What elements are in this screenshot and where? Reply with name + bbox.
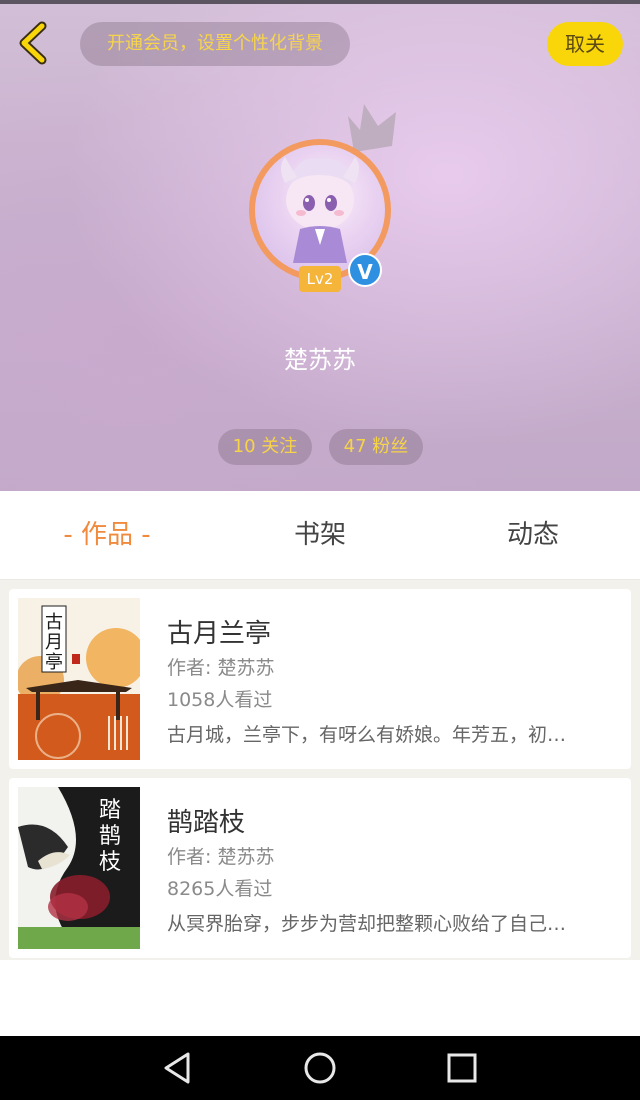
tab-works[interactable]: - 作品 - — [7, 491, 207, 579]
book-views: 8265人看过 — [167, 878, 273, 900]
book-description: 从冥界胎穿，步步为营却把整颗心败给了自己… — [167, 913, 567, 935]
triangle-back-icon[interactable] — [158, 1048, 198, 1088]
empty-space — [0, 960, 640, 1036]
square-recents-icon[interactable] — [442, 1048, 482, 1088]
book-card[interactable]: 古 月 亭 古月兰亭 作者: 楚苏苏 1058人看过 古月城，兰亭下，有呀么有娇… — [9, 589, 631, 769]
profile-tabs: - 作品 - 书架 动态 — [0, 491, 640, 580]
username: 楚苏苏 — [284, 346, 356, 374]
book-title: 古月兰亭 — [167, 619, 272, 649]
book-cover: 古 月 亭 — [18, 598, 140, 760]
system-nav-bar — [0, 1036, 640, 1100]
vip-background-banner[interactable]: 开通会员，设置个性化背景 — [80, 22, 350, 66]
svg-text:鹊: 鹊 — [99, 824, 121, 849]
svg-text:踏: 踏 — [99, 798, 121, 823]
book-views: 1058人看过 — [167, 689, 273, 711]
unfollow-button[interactable]: 取关 — [547, 22, 623, 66]
book-description: 古月城，兰亭下，有呀么有娇娘。年芳五，初… — [167, 724, 567, 746]
level-badge: Lv2 — [299, 266, 341, 292]
svg-text:枝: 枝 — [99, 850, 121, 875]
book-author: 作者: 楚苏苏 — [167, 846, 275, 868]
cover-art-guyuelanting: 古 月 亭 — [18, 598, 140, 760]
book-card[interactable]: 踏 鹊 枝 鹊踏枝 作者: 楚苏苏 8265人看过 从冥界胎穿，步步为营却把整颗… — [9, 778, 631, 958]
tab-bookshelf[interactable]: 书架 — [220, 491, 420, 579]
svg-text:古: 古 — [45, 612, 63, 633]
svg-text:月: 月 — [45, 632, 63, 653]
verified-badge: V — [348, 253, 382, 287]
book-author: 作者: 楚苏苏 — [167, 657, 275, 679]
cover-art-quetazhi: 踏 鹊 枝 — [18, 787, 140, 949]
book-cover: 踏 鹊 枝 — [18, 787, 140, 949]
following-count[interactable]: 10 关注 — [218, 429, 312, 465]
tab-activity[interactable]: 动态 — [433, 491, 633, 579]
book-title: 鹊踏枝 — [167, 808, 246, 838]
svg-text:亭: 亭 — [45, 652, 63, 673]
chevron-left-icon[interactable] — [14, 20, 58, 66]
fans-count[interactable]: 47 粉丝 — [329, 429, 423, 465]
circle-home-icon[interactable] — [300, 1048, 340, 1088]
profile-header: 开通会员，设置个性化背景 取关 Lv2 V 楚苏苏 10 关注 47 粉丝 — [0, 4, 640, 491]
